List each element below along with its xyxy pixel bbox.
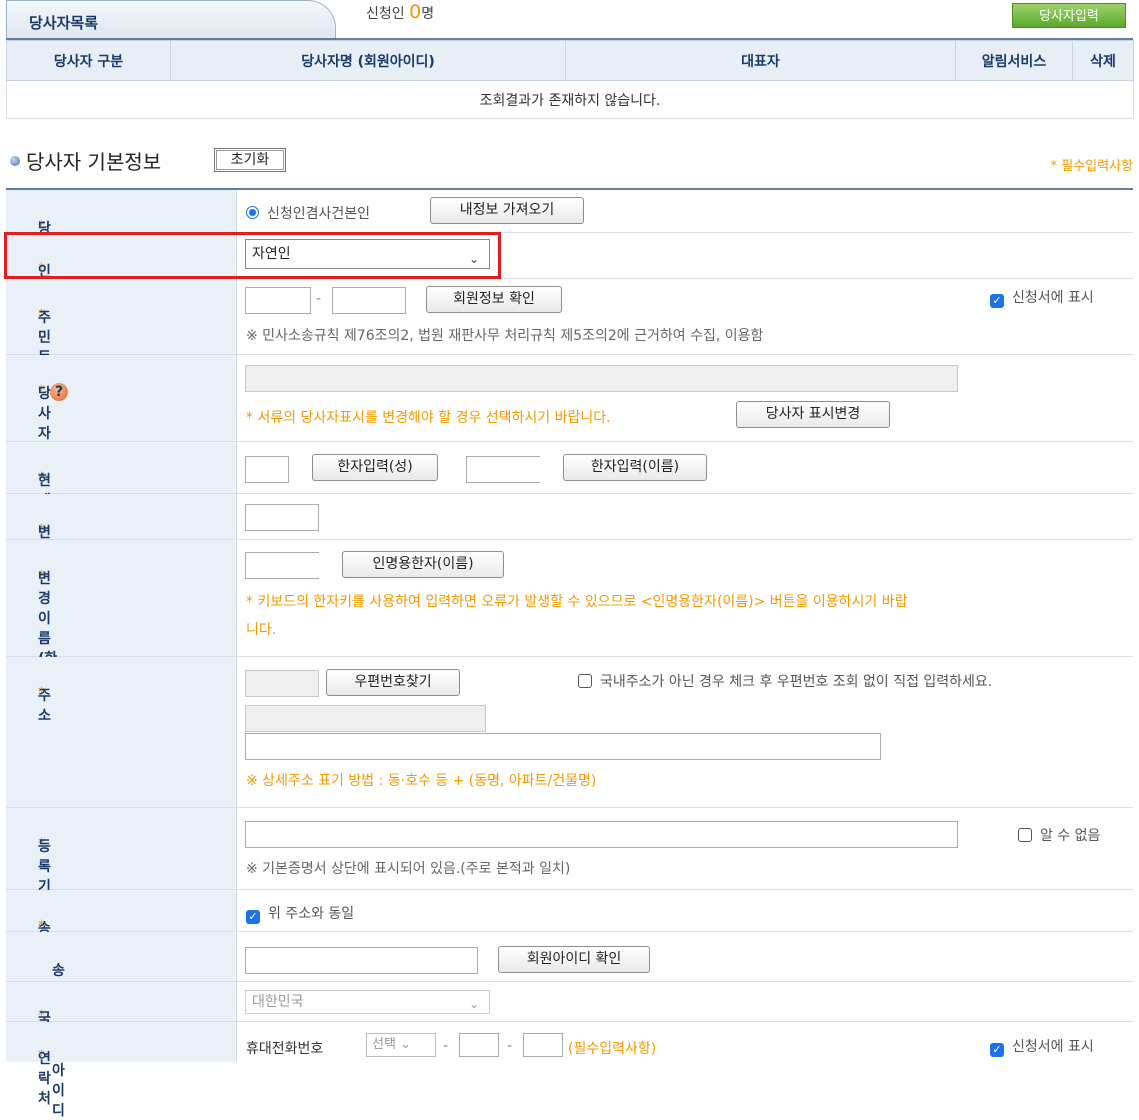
applicant-count: 신청인 0명 <box>366 1 435 23</box>
registry-base-input[interactable] <box>245 821 958 848</box>
party-list-table: 당사자 구분 당사자명 (회원아이디) 대표자 알림서비스 삭제 조회결과가 존… <box>6 40 1134 119</box>
row-party-name: *당사자명? * 서류의 당사자표시를 변경해야 할 경우 선택하시기 바랍니다… <box>6 355 1133 462</box>
chevron-down-icon: ⌄ <box>468 997 479 1011</box>
party-list-tab-label: 당사자목록 <box>29 14 99 32</box>
reset-button[interactable]: 초기화 <box>214 148 286 172</box>
help-icon[interactable]: ? <box>50 383 68 401</box>
empty-message: 조회결과가 존재하지 않습니다. <box>6 80 1134 119</box>
bullet-icon <box>10 156 20 166</box>
row-party-type: *당사자 구분 신청인겸사건본인 내정보 가져오기 <box>6 190 1133 317</box>
required-note: * 필수입력사항 <box>1050 159 1133 174</box>
party-name-note: * 서류의 당사자표시를 변경해야 할 경우 선택하시기 바랍니다. <box>246 410 611 426</box>
col-party-name: 당사자명 (회원아이디) <box>170 40 566 81</box>
person-name-hanja-button[interactable]: 인명용한자(이름) <box>342 551 504 578</box>
table-header-row: 당사자 구분 당사자명 (회원아이디) 대표자 알림서비스 삭제 <box>6 40 1134 81</box>
phone-last-input[interactable] <box>523 1033 563 1057</box>
receiver-id-input[interactable] <box>245 947 478 974</box>
given-name-hanja-input[interactable] <box>466 456 540 483</box>
add-party-button[interactable]: 당사자입력 <box>1012 3 1126 28</box>
phone-label: 휴대전화번호 <box>246 1041 324 1057</box>
col-party-type: 당사자 구분 <box>6 40 171 81</box>
hanja-surname-button[interactable]: 한자입력(성) <box>312 454 438 481</box>
checkbox-checked-icon: ✓ <box>990 1043 1004 1057</box>
applicant-count-number: 0 <box>409 1 422 23</box>
postal-search-button[interactable]: 우편번호찾기 <box>326 669 460 696</box>
row-contact: * 연락처 휴대전화번호 선택 ⌄ - - (필수입력사항) ✓ 신청서에 표시 <box>6 1022 1133 1107</box>
radio-applicant[interactable]: 신청인겸사건본인 <box>246 203 370 223</box>
row-name-hanja: *현재이름(한자) 한자입력(성) 한자입력(이름) <box>6 442 1133 589</box>
address-note: ※ 상세주소 표기 방법 : 동·호수 등 + (동명, 아파트/건물명) <box>246 773 597 789</box>
same-address-checkbox[interactable]: ✓ 위 주소와 동일 <box>246 903 354 924</box>
hanja-note-line2: 니다. <box>246 622 277 638</box>
section-title: 당사자 기본정보 <box>10 146 161 175</box>
phone-prefix-select[interactable]: 선택 ⌄ <box>366 1033 436 1057</box>
list-divider <box>6 38 1133 40</box>
row-nationality: *국적 대한민국⌄ <box>6 982 1133 1047</box>
chevron-down-icon: ⌄ <box>400 1037 411 1052</box>
show-on-application-checkbox[interactable]: ✓ 신청서에 표시 <box>990 287 1094 308</box>
phone-middle-input[interactable] <box>459 1033 499 1057</box>
checkbox-checked-icon: ✓ <box>246 910 260 924</box>
address-base-input[interactable] <box>245 705 486 732</box>
postal-code-input[interactable] <box>245 670 319 697</box>
changed-name-input[interactable] <box>245 504 319 531</box>
checkbox-unchecked-icon <box>578 674 592 688</box>
col-representative: 대표자 <box>565 40 956 81</box>
contact-show-on-application-checkbox[interactable]: ✓ 신청서에 표시 <box>990 1036 1094 1057</box>
unknown-checkbox[interactable]: 알 수 없음 <box>1018 825 1100 845</box>
rrn-note: ※ 민사소송규칙 제76조의2, 법원 재판사무 처리규칙 제5조의2에 근거하… <box>246 328 764 344</box>
row-delivery-place: *송달장소 ✓위 주소와 동일 <box>6 890 1133 997</box>
col-notification: 알림서비스 <box>955 40 1073 81</box>
highlight-box <box>4 232 501 279</box>
changed-name-hanja-input[interactable] <box>245 552 319 579</box>
row-rrn: *주민등록번호 - 회원정보 확인 ✓신청서에 표시 ※ 민사소송규칙 제76조… <box>6 279 1133 426</box>
col-delete: 삭제 <box>1072 40 1134 81</box>
label-address: 주소 <box>38 688 51 724</box>
member-id-check-button[interactable]: 회원아이디 확인 <box>498 946 650 973</box>
phone-required-note: (필수입력사항) <box>568 1041 657 1057</box>
rrn-back-input[interactable] <box>332 287 406 314</box>
hanja-given-name-button[interactable]: 한자입력(이름) <box>563 454 707 481</box>
nationality-select[interactable]: 대한민국 ⌄ <box>245 990 490 1014</box>
member-info-check-button[interactable]: 회원정보 확인 <box>426 286 562 313</box>
checkbox-unchecked-icon <box>1018 828 1032 842</box>
registry-note: ※ 기본증명서 상단에 표시되어 있음.(주로 본적과 일치) <box>246 861 571 877</box>
checkbox-checked-icon: ✓ <box>990 294 1004 308</box>
label-contact: 연락처 <box>38 1051 51 1107</box>
hanja-note-line1: * 키보드의 한자키를 사용하여 입력하면 오류가 발생할 수 있으므로 <인명… <box>246 594 908 610</box>
row-registry-base: *등록기준지 알 수 없음 ※ 기본증명서 상단에 표시되어 있음.(주로 본적… <box>6 808 1133 935</box>
party-list-tab[interactable]: 당사자목록 <box>6 0 336 40</box>
radio-selected-icon <box>246 206 259 219</box>
party-name-input[interactable] <box>245 365 958 392</box>
row-changed-name: *변경이름 <box>6 494 1133 601</box>
row-delivery-receiver-id: 송달영수인 아이디 회원아이디 확인 <box>6 932 1133 1119</box>
row-changed-name-hanja: *변경이름(한자) 인명용한자(이름) * 키보드의 한자키를 사용하여 입력하… <box>6 540 1133 687</box>
surname-hanja-input[interactable] <box>245 456 289 483</box>
rrn-front-input[interactable] <box>245 287 311 314</box>
load-my-info-button[interactable]: 내정보 가져오기 <box>430 197 584 224</box>
party-display-change-button[interactable]: 당사자 표시변경 <box>736 401 890 428</box>
foreign-address-checkbox[interactable]: 국내주소가 아닌 경우 체크 후 우편번호 조회 없이 직접 입력하세요. <box>578 671 992 691</box>
table-row: 조회결과가 존재하지 않습니다. <box>6 80 1134 119</box>
address-detail-input[interactable] <box>245 733 881 760</box>
row-address: * 주소 우편번호찾기 국내주소가 아닌 경우 체크 후 우편번호 조회 없이 직… <box>6 657 1133 808</box>
